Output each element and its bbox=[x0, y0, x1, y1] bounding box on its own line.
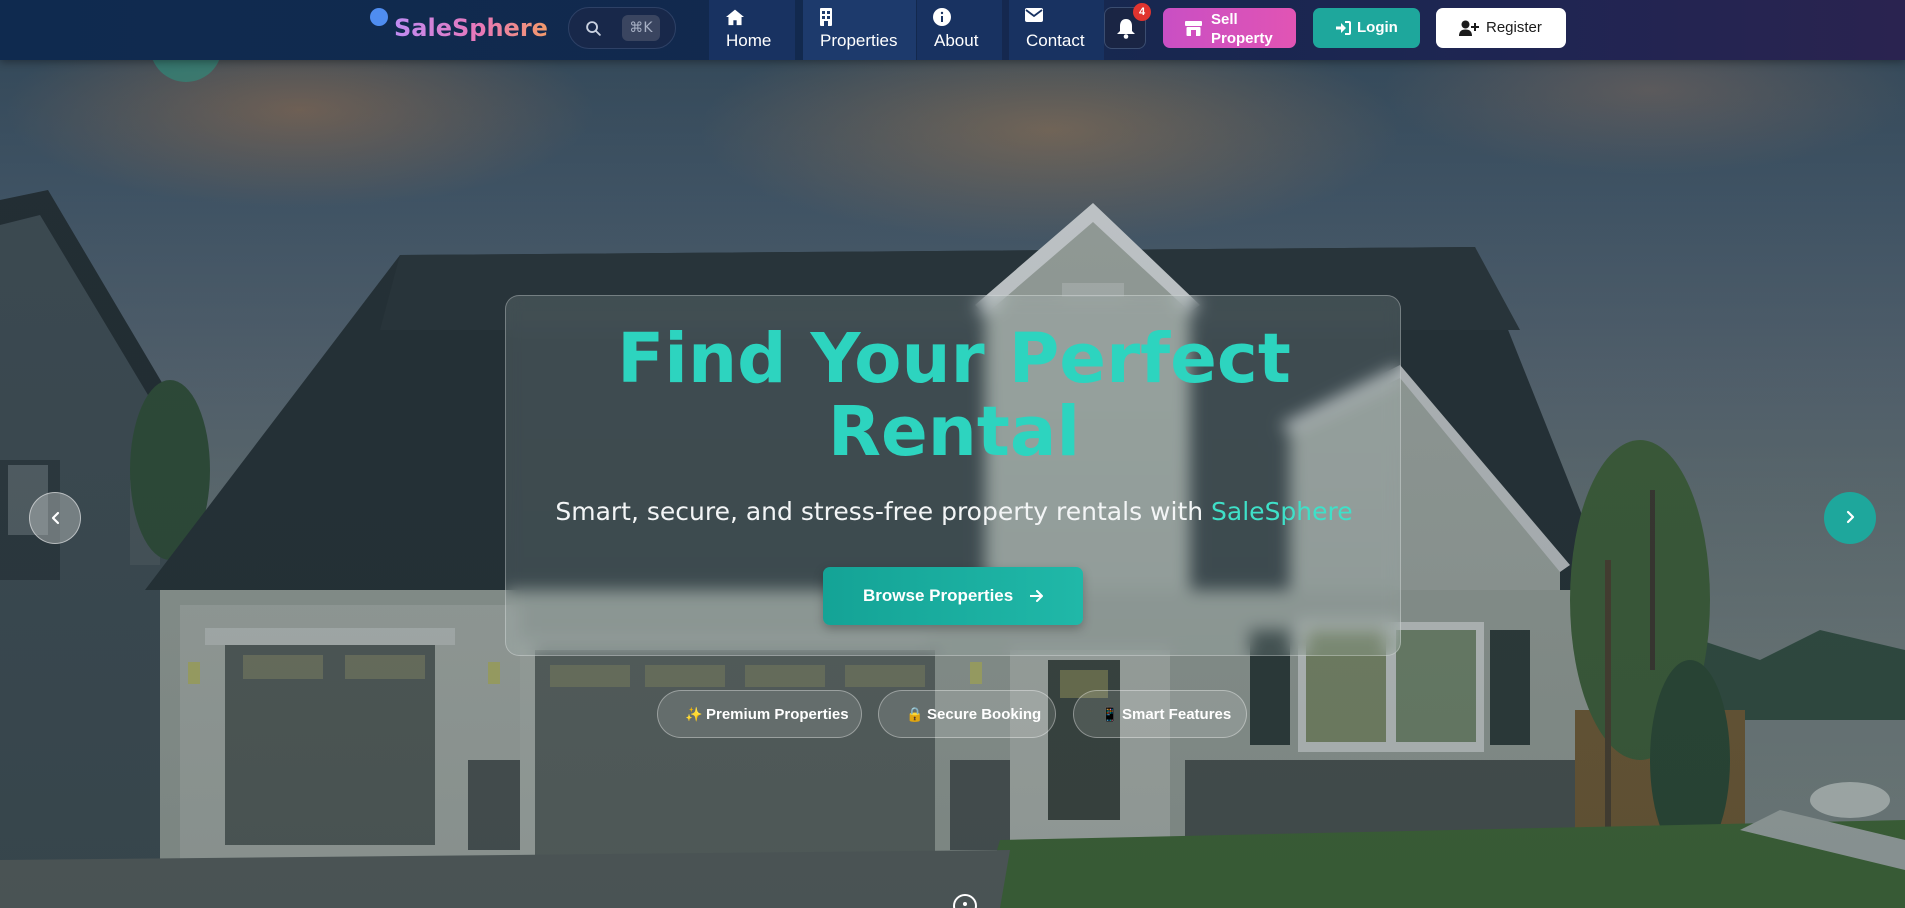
feature-label: Premium Properties bbox=[706, 706, 849, 723]
user-plus-icon bbox=[1459, 20, 1479, 36]
search-icon bbox=[586, 21, 601, 36]
store-icon bbox=[1185, 21, 1202, 36]
nav-about-label: About bbox=[934, 31, 979, 50]
nav-properties-label: Properties bbox=[820, 31, 898, 50]
feature-pill-premium: ✨ Premium Properties bbox=[657, 690, 862, 738]
nav-contact-label: Contact bbox=[1026, 31, 1085, 50]
nav-home[interactable]: Home bbox=[709, 0, 795, 60]
bell-icon bbox=[1117, 19, 1135, 39]
building-icon bbox=[820, 8, 832, 26]
sparkles-icon: ✨ bbox=[685, 706, 703, 722]
browse-properties-label: Browse Properties bbox=[863, 586, 1014, 605]
search-button[interactable]: ⌘K bbox=[568, 7, 676, 49]
hero-title: Find Your Perfect Rental bbox=[617, 319, 1291, 472]
feature-label: Smart Features bbox=[1122, 706, 1232, 723]
nav-properties[interactable]: Properties bbox=[803, 0, 916, 60]
search-shortcut: ⌘K bbox=[622, 15, 660, 41]
sign-in-icon bbox=[1336, 21, 1351, 35]
register-button[interactable]: Register bbox=[1436, 8, 1566, 48]
nav-home-label: Home bbox=[726, 31, 772, 50]
sell-property-button[interactable]: Sell Property bbox=[1163, 8, 1296, 48]
lock-icon: 🔒 bbox=[906, 706, 924, 722]
nav-contact[interactable]: Contact bbox=[1009, 0, 1104, 60]
brand-name: SaleSphere bbox=[394, 14, 548, 42]
hero-subtitle-brand: SaleSphere bbox=[1211, 497, 1353, 526]
brand-dot-icon bbox=[370, 8, 388, 26]
hero-subtitle-text: Smart, secure, and stress-free property … bbox=[555, 497, 1212, 526]
carousel-prev-button[interactable] bbox=[29, 492, 81, 544]
hero-card: Find Your Perfect Rental Smart, secure, … bbox=[505, 295, 1401, 656]
arrow-right-icon bbox=[1030, 590, 1043, 602]
carousel-next-button[interactable] bbox=[1824, 492, 1876, 544]
browse-properties-button[interactable]: Browse Properties bbox=[823, 567, 1083, 625]
hero-subtitle: Smart, secure, and stress-free property … bbox=[506, 497, 1402, 526]
login-label: Login bbox=[1357, 19, 1398, 36]
chevron-right-icon bbox=[1846, 510, 1855, 524]
nav-about[interactable]: About bbox=[917, 0, 1002, 60]
feature-label: Secure Booking bbox=[927, 706, 1042, 723]
sell-property-label: Sell Property bbox=[1211, 11, 1273, 47]
home-icon bbox=[726, 9, 744, 26]
feature-pill-secure: 🔒 Secure Booking bbox=[878, 690, 1056, 738]
chevron-left-icon bbox=[51, 511, 60, 525]
top-navbar: SaleSphere ⌘K Home Properties About Cont… bbox=[0, 0, 1905, 60]
info-icon bbox=[933, 8, 951, 26]
feature-pill-smart: 📱 Smart Features bbox=[1073, 690, 1247, 738]
phone-icon: 📱 bbox=[1101, 706, 1119, 722]
register-label: Register bbox=[1486, 19, 1542, 36]
envelope-icon bbox=[1025, 8, 1043, 22]
login-button[interactable]: Login bbox=[1313, 8, 1420, 48]
notification-badge: 4 bbox=[1133, 3, 1151, 21]
